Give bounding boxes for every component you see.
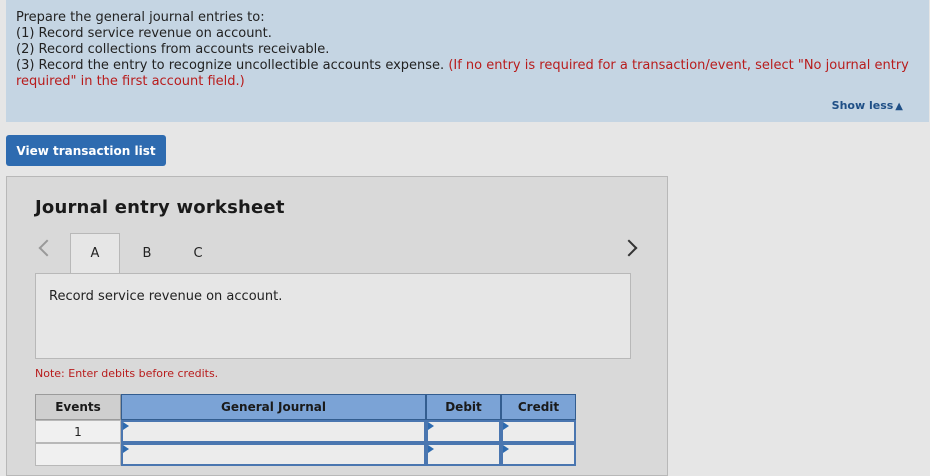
dropdown-marker-icon xyxy=(428,422,434,430)
event-number-cell: 1 xyxy=(35,420,121,443)
instructions-line-4: (3) Record the entry to recognize uncoll… xyxy=(16,58,922,90)
tab-a[interactable]: A xyxy=(70,233,120,273)
credit-input[interactable] xyxy=(501,420,576,443)
debit-column-header: Debit xyxy=(426,394,501,420)
general-journal-column-header: General Journal xyxy=(121,394,426,420)
triangle-up-icon: ▲ xyxy=(895,101,903,112)
dropdown-marker-icon xyxy=(123,445,129,453)
credit-column-header: Credit xyxy=(501,394,576,420)
instructions-line-4-main: (3) Record the entry to recognize uncoll… xyxy=(16,58,445,73)
table-row: 1 xyxy=(35,420,576,443)
transaction-description-box: Record service revenue on account. xyxy=(35,273,631,359)
table-row xyxy=(35,443,576,466)
event-number-cell xyxy=(35,443,121,466)
instructions-text: Prepare the general journal entries to: … xyxy=(16,10,922,90)
show-less-label: Show less xyxy=(831,99,894,112)
account-select-field[interactable] xyxy=(121,443,426,466)
dropdown-marker-icon xyxy=(123,422,129,430)
instructions-panel: Prepare the general journal entries to: … xyxy=(6,0,929,122)
view-transaction-list-button[interactable]: View transaction list xyxy=(6,135,166,166)
dropdown-marker-icon xyxy=(503,422,509,430)
debit-input[interactable] xyxy=(426,443,501,466)
tab-c[interactable]: C xyxy=(173,233,223,273)
instructions-line-3: (2) Record collections from accounts rec… xyxy=(16,42,330,57)
dropdown-marker-icon xyxy=(428,445,434,453)
tab-b[interactable]: B xyxy=(122,233,172,273)
transaction-description: Record service revenue on account. xyxy=(49,289,283,304)
show-less-link[interactable]: Show less ▲ xyxy=(832,99,903,112)
dropdown-marker-icon xyxy=(503,445,509,453)
journal-entry-worksheet: Journal entry worksheet A B C Record ser… xyxy=(6,176,668,476)
credit-input[interactable] xyxy=(501,443,576,466)
chevron-left-icon[interactable] xyxy=(38,239,56,257)
debit-input[interactable] xyxy=(426,420,501,443)
entry-note: Note: Enter debits before credits. xyxy=(35,367,219,380)
worksheet-title: Journal entry worksheet xyxy=(35,197,285,218)
instructions-line-1: Prepare the general journal entries to: xyxy=(16,10,265,25)
instructions-line-2: (1) Record service revenue on account. xyxy=(16,26,272,41)
chevron-right-icon[interactable] xyxy=(620,239,638,257)
account-select-field[interactable] xyxy=(121,420,426,443)
events-column-header: Events xyxy=(35,394,121,420)
